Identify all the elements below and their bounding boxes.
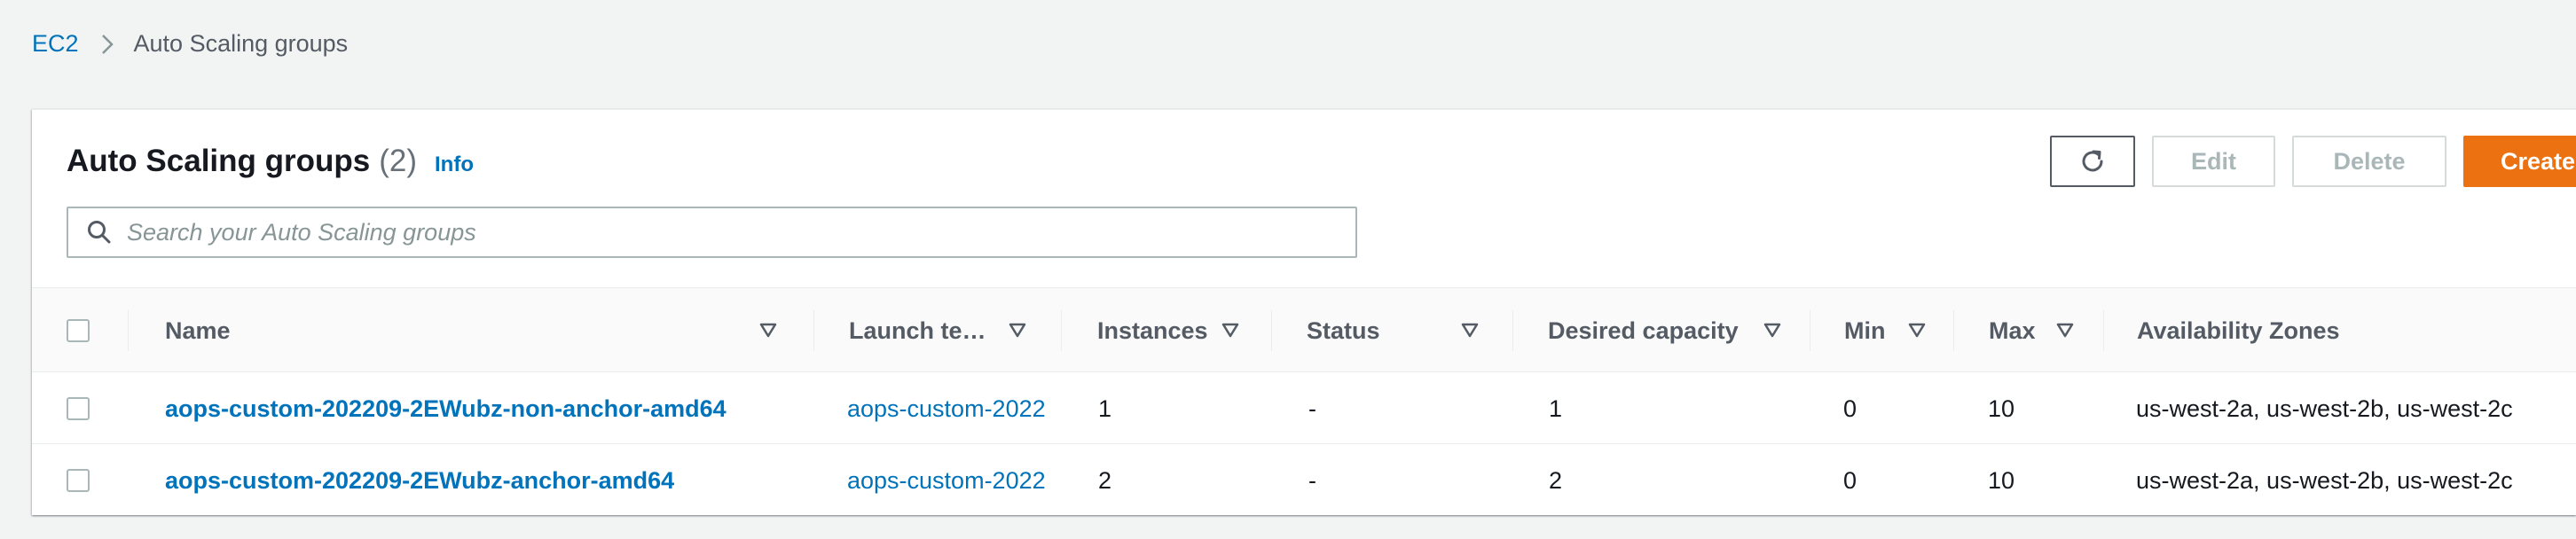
- sort-icon[interactable]: [758, 320, 778, 340]
- info-link[interactable]: Info: [435, 152, 474, 177]
- column-header-name[interactable]: Name: [165, 288, 231, 373]
- instances-cell: 2: [1098, 466, 1112, 494]
- max-cell: 10: [1988, 394, 2015, 422]
- column-header-min[interactable]: Min: [1844, 288, 1886, 373]
- column-divider: [1061, 310, 1062, 351]
- column-header-desired-capacity[interactable]: Desired capacity: [1548, 288, 1739, 373]
- delete-button[interactable]: Delete: [2292, 136, 2446, 187]
- launch-template-link[interactable]: aops-custom-2022: [847, 445, 1046, 516]
- min-cell: 0: [1843, 466, 1857, 494]
- instances-cell: 1: [1098, 394, 1112, 422]
- sort-icon[interactable]: [1907, 320, 1927, 340]
- availability-zones-cell: us-west-2a, us-west-2b, us-west-2c: [2136, 394, 2513, 422]
- desired-capacity-cell: 1: [1549, 394, 1563, 422]
- search-icon: [86, 219, 113, 246]
- sort-icon[interactable]: [1460, 320, 1480, 340]
- column-divider: [2103, 310, 2104, 351]
- column-header-availability-zones[interactable]: Availability Zones: [2137, 288, 2340, 373]
- select-all-checkbox[interactable]: [67, 319, 90, 342]
- table-row[interactable]: aops-custom-202209-2EWubz-non-anchor-amd…: [32, 373, 2576, 444]
- sort-icon[interactable]: [1221, 320, 1240, 340]
- panel-title-text: Auto Scaling groups: [67, 144, 371, 178]
- sort-icon[interactable]: [1763, 320, 1782, 340]
- chevron-right-icon: [100, 33, 114, 56]
- search-box: [67, 207, 1357, 258]
- column-header-status[interactable]: Status: [1307, 288, 1380, 373]
- sort-icon[interactable]: [2055, 320, 2075, 340]
- status-cell: -: [1308, 394, 1316, 422]
- page-title: Auto Scaling groups (2) Info: [67, 144, 474, 179]
- desired-capacity-cell: 2: [1549, 466, 1563, 494]
- group-name-link[interactable]: aops-custom-202209-2EWubz-anchor-amd64: [165, 445, 674, 516]
- column-header-launch-template[interactable]: Launch te…: [849, 288, 986, 373]
- column-divider: [128, 310, 129, 351]
- availability-zones-cell: us-west-2a, us-west-2b, us-west-2c: [2136, 466, 2513, 494]
- refresh-button[interactable]: [2050, 136, 2135, 187]
- create-button[interactable]: Create: [2463, 136, 2576, 187]
- column-header-instances[interactable]: Instances: [1097, 288, 1208, 373]
- status-cell: -: [1308, 466, 1316, 494]
- table-row[interactable]: aops-custom-202209-2EWubz-anchor-amd64 a…: [32, 445, 2576, 516]
- group-name-link[interactable]: aops-custom-202209-2EWubz-non-anchor-amd…: [165, 373, 726, 444]
- edit-button[interactable]: Edit: [2152, 136, 2275, 187]
- column-divider: [813, 310, 814, 351]
- breadcrumb-current: Auto Scaling groups: [133, 30, 349, 57]
- min-cell: 0: [1843, 394, 1857, 422]
- launch-template-link[interactable]: aops-custom-2022: [847, 373, 1046, 444]
- column-divider: [1512, 310, 1513, 351]
- breadcrumb: EC2 Auto Scaling groups: [32, 30, 348, 58]
- column-divider: [1953, 310, 1954, 351]
- table-header: Name Launch te… Instances Status Desired…: [32, 287, 2576, 372]
- row-checkbox[interactable]: [67, 397, 90, 420]
- breadcrumb-ec2-link[interactable]: EC2: [32, 30, 79, 58]
- column-divider: [1271, 310, 1272, 351]
- auto-scaling-groups-panel: Auto Scaling groups (2) Info Edit Delete…: [32, 109, 2576, 515]
- column-header-max[interactable]: Max: [1989, 288, 2036, 373]
- search-input[interactable]: [127, 208, 1355, 256]
- refresh-icon: [2077, 146, 2108, 176]
- panel-count: (2): [379, 144, 418, 178]
- sort-icon[interactable]: [1008, 320, 1027, 340]
- max-cell: 10: [1988, 466, 2015, 494]
- row-checkbox[interactable]: [67, 469, 90, 492]
